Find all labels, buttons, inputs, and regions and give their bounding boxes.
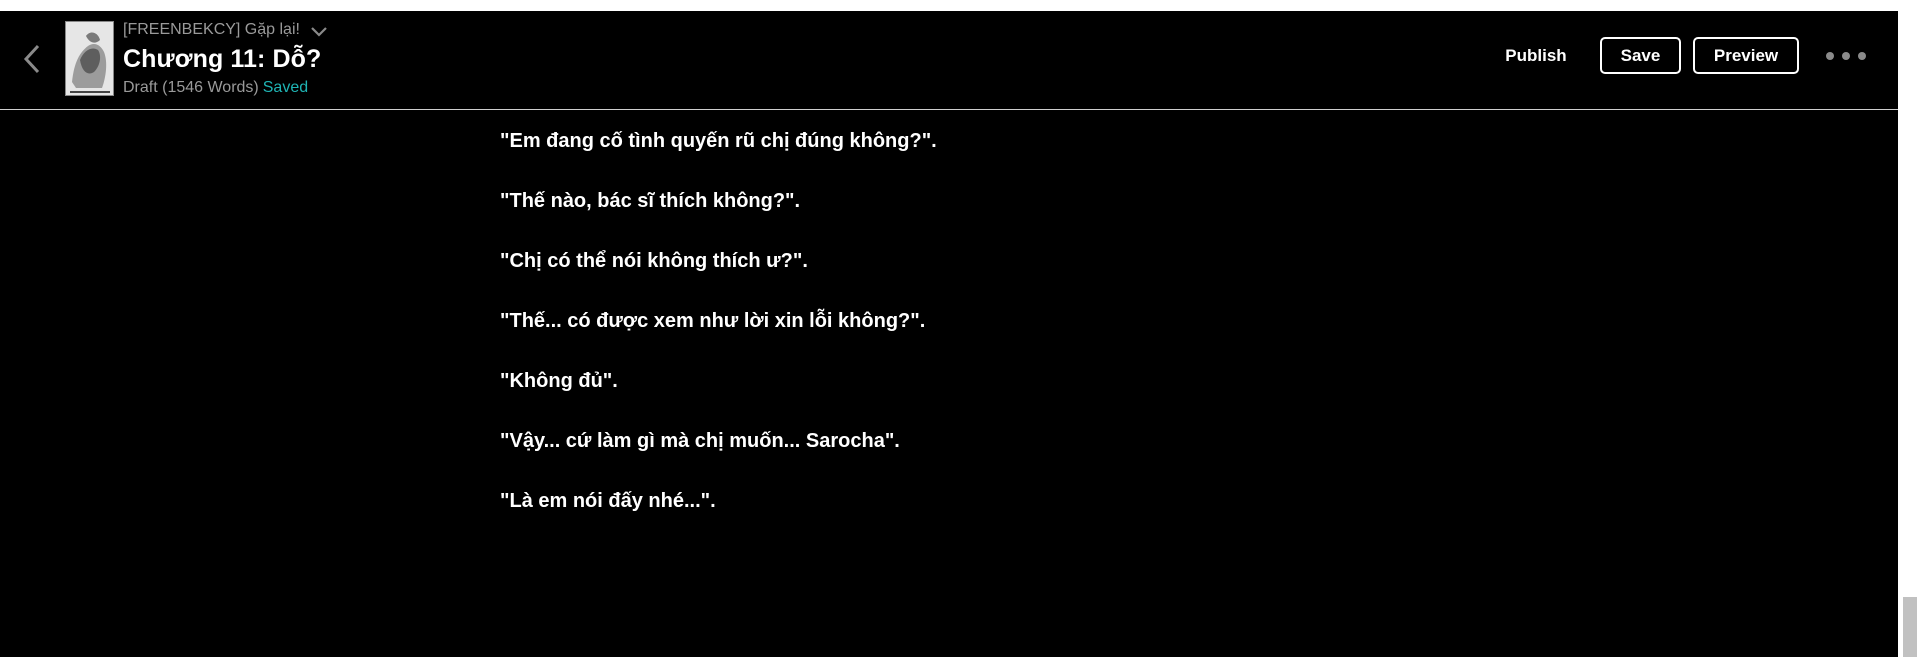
story-title: [FREENBEKCY] Gặp lại! xyxy=(123,21,300,38)
editor-header: [FREENBEKCY] Gặp lại! Chương 11: Dỗ? Dra… xyxy=(0,11,1898,110)
publish-button[interactable]: Publish xyxy=(1495,37,1577,75)
chevron-down-icon xyxy=(311,26,327,37)
top-strip xyxy=(0,0,1920,11)
preview-button[interactable]: Preview xyxy=(1693,37,1799,74)
save-button[interactable]: Save xyxy=(1600,37,1681,74)
paragraph[interactable]: "Em đang cố tình quyến rũ chị đúng không… xyxy=(500,130,937,153)
saved-status: Saved xyxy=(262,79,309,96)
paragraph[interactable]: "Chị có thể nói không thích ư?". xyxy=(500,250,808,273)
vertical-scrollbar[interactable] xyxy=(1898,11,1920,657)
paragraph[interactable]: "Thế... có được xem như lời xin lỗi khôn… xyxy=(500,310,925,333)
story-cover-thumbnail[interactable] xyxy=(65,21,114,96)
more-options-icon[interactable] xyxy=(1826,44,1866,68)
paragraph[interactable]: "Không đủ". xyxy=(500,370,618,393)
back-arrow-icon xyxy=(23,44,40,74)
story-title-dropdown[interactable]: [FREENBEKCY] Gặp lại! xyxy=(123,21,328,39)
scrollbar-thumb[interactable] xyxy=(1903,597,1917,657)
paragraph[interactable]: "Là em nói đấy nhé...". xyxy=(500,490,716,513)
chapter-title[interactable]: Chương 11: Dỗ? xyxy=(123,45,321,74)
more-dot xyxy=(1858,52,1866,60)
more-dot xyxy=(1826,52,1834,60)
back-button[interactable] xyxy=(14,37,50,81)
paragraph[interactable]: "Thế nào, bác sĩ thích không?". xyxy=(500,190,800,213)
word-count-status: Draft (1546 Words) xyxy=(123,79,259,96)
more-dot xyxy=(1842,52,1850,60)
paragraph[interactable]: "Vậy... cứ làm gì mà chị muốn... Sarocha… xyxy=(500,430,900,453)
draft-status: Draft (1546 Words) Saved xyxy=(123,79,308,97)
